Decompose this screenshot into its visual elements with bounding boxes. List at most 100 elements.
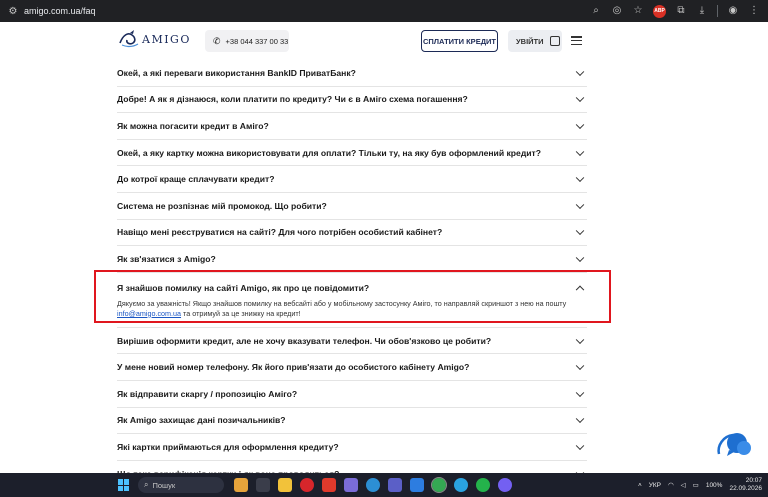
site-logo[interactable]: AMIGO	[118, 29, 191, 49]
wifi-icon[interactable]: ◠	[668, 481, 674, 489]
faq-question: Добре! А як я дізнаюся, коли платити по …	[117, 94, 468, 105]
extensions-icon[interactable]: ⧉	[675, 5, 687, 17]
windows-taskbar: ⌕ Пошук ˄ УКР ◠ ◁ ▭ 100% 20:07 22.09.202…	[0, 473, 768, 497]
faq-item[interactable]: Як можна погасити кредит в Аміго?	[117, 113, 587, 140]
chevron-down-icon	[575, 253, 585, 262]
widgets-app-icon[interactable]	[234, 478, 248, 492]
clock-time: 20:07	[745, 477, 762, 484]
clock[interactable]: 20:07 22.09.2026	[729, 477, 762, 493]
faq-question: Окей, а яку картку можна використовувати…	[117, 147, 542, 158]
faq-item[interactable]: У мене новий номер телефону. Як його при…	[117, 354, 587, 381]
opera-icon[interactable]	[300, 478, 314, 492]
chevron-down-icon	[575, 226, 585, 236]
faq-question: Система не розпізнає мій промокод. Що ро…	[117, 200, 327, 211]
battery-level: 100%	[705, 481, 723, 489]
green-app-icon[interactable]	[476, 478, 490, 492]
faq-item[interactable]: Окей, а які переваги використання BankID…	[117, 60, 587, 87]
profile-icon[interactable]: ◉	[727, 5, 739, 17]
login-label: УВІЙТИ	[516, 36, 544, 46]
copilot-icon[interactable]	[344, 478, 358, 492]
faq-answer: Дякуємо за уважність! Якщо знайшов помил…	[117, 299, 587, 319]
taskbar-search[interactable]: ⌕ Пошук	[138, 477, 224, 493]
site-info-icon[interactable]: ⚙	[6, 4, 20, 18]
chevron-down-icon	[575, 414, 585, 424]
chevron-down-icon	[575, 120, 585, 130]
chat-bubble-icon[interactable]	[715, 426, 755, 462]
telegram-icon[interactable]	[454, 478, 468, 492]
download-icon[interactable]: ⤓	[696, 5, 708, 17]
answer-text-2: та отримуй за це знижку на кредит!	[181, 308, 301, 318]
faq-question: Я знайшов помилку на сайті Amigo, як про…	[117, 282, 370, 293]
faq-item[interactable]: До котрої краще сплачувати кредит?	[117, 166, 587, 193]
address-bar[interactable]: amigo.com.ua/faq	[24, 6, 590, 16]
file-explorer-icon[interactable]	[278, 478, 292, 492]
faq-item[interactable]: Які картки приймаються для оформлення кр…	[117, 434, 587, 461]
chevron-down-icon	[575, 147, 585, 156]
faq-question: Окей, а які переваги використання BankID…	[117, 67, 356, 78]
hamburger-menu-icon[interactable]	[571, 36, 582, 45]
faq-question: Вирішив оформити кредит, але не хочу вка…	[117, 335, 492, 346]
store-icon[interactable]	[410, 478, 424, 492]
task-view-icon[interactable]	[256, 478, 270, 492]
faq-question: Як відправити скаргу / пропозицію Аміго?	[117, 388, 298, 399]
faq-question: Які картки приймаються для оформлення кр…	[117, 441, 339, 452]
faq-question: Навіщо мені реєструватися на сайті? Для …	[117, 227, 443, 238]
pay-credit-button[interactable]: СПЛАТИТИ КРЕДИТ	[421, 30, 498, 52]
faq-item[interactable]: Як відправити скаргу / пропозицію Аміго?	[117, 381, 587, 408]
faq-item-open[interactable]: Я знайшов помилку на сайті Amigo, як про…	[117, 273, 587, 328]
faq-question: Як зв'язатися з Amigo?	[117, 253, 216, 264]
faq-item[interactable]: Вирішив оформити кредит, але не хочу вка…	[117, 328, 587, 355]
logo-text: AMIGO	[142, 32, 191, 46]
faq-item[interactable]: Окей, а яку картку можна використовувати…	[117, 140, 587, 167]
chevron-up-icon[interactable]: ˄	[638, 482, 642, 489]
faq-list: Окей, а які переваги використання BankID…	[117, 60, 587, 488]
user-icon	[549, 36, 560, 46]
language-indicator[interactable]: УКР	[649, 482, 661, 489]
volume-icon[interactable]: ◁	[681, 481, 686, 489]
adblock-extension-icon[interactable]: ABP	[653, 4, 666, 18]
faq-item[interactable]: Як зв'язатися з Amigo?	[117, 246, 587, 273]
faq-item[interactable]: Як Amigo захищає дані позичальників?	[117, 408, 587, 435]
faq-item[interactable]: Навіщо мені реєструватися на сайті? Для …	[117, 220, 587, 247]
chevron-down-icon	[575, 173, 585, 183]
browser-toolbar: ⚙ amigo.com.ua/faq ⌕ ◎ ☆ ABP ⧉ ⤓ ◉ ⋮	[0, 0, 768, 22]
chevron-down-icon	[575, 67, 585, 76]
phone-number: +38 044 337 00 33	[225, 36, 289, 46]
teams-icon[interactable]	[388, 478, 402, 492]
viber-icon[interactable]	[498, 478, 512, 492]
chevron-down-icon	[575, 388, 585, 397]
menu-dots-icon[interactable]: ⋮	[748, 5, 760, 17]
chrome-icon[interactable]	[431, 477, 447, 493]
search-label: Пошук	[152, 480, 176, 490]
system-tray: ˄ УКР ◠ ◁ ▭ 100% 20:07 22.09.2026	[638, 473, 762, 497]
phone-icon: ✆	[213, 35, 221, 46]
answer-text-1: Дякуємо за уважність! Якщо знайшов помил…	[117, 298, 567, 308]
chevron-down-icon	[575, 441, 585, 450]
login-button[interactable]: УВІЙТИ	[508, 30, 562, 52]
eye-off-icon[interactable]: ◎	[611, 5, 623, 17]
support-email-link[interactable]: info@amigo.com.ua	[117, 309, 181, 318]
faq-question: Як Amigo захищає дані позичальників?	[117, 415, 286, 426]
toolbar-divider	[717, 5, 718, 17]
edge-icon[interactable]	[366, 478, 380, 492]
site-header: AMIGO ✆ +38 044 337 00 33 СПЛАТИТИ КРЕДИ…	[0, 22, 768, 60]
faq-item[interactable]: Система не розпізнає мій промокод. Що ро…	[117, 193, 587, 220]
red-app-icon[interactable]	[322, 478, 336, 492]
clock-date: 22.09.2026	[729, 485, 762, 492]
chevron-down-icon	[575, 361, 585, 371]
faq-question: Як можна погасити кредит в Аміго?	[117, 120, 269, 131]
faq-question: До котрої краще сплачувати кредит?	[117, 174, 275, 185]
chevron-down-icon	[575, 93, 585, 103]
faq-question: У мене новий номер телефону. Як його при…	[117, 362, 470, 373]
search-icon: ⌕	[144, 480, 149, 489]
chevron-down-icon	[575, 335, 585, 344]
chevron-up-icon	[575, 285, 585, 294]
faq-item[interactable]: Добре! А як я дізнаюся, коли платити по …	[117, 87, 587, 114]
windows-start-icon[interactable]	[118, 479, 130, 491]
chevron-down-icon	[575, 200, 585, 209]
amigo-logo-icon	[119, 30, 139, 47]
bookmark-star-icon[interactable]: ☆	[632, 5, 644, 17]
phone-button[interactable]: ✆ +38 044 337 00 33	[205, 30, 289, 52]
battery-icon[interactable]: ▭	[693, 481, 699, 489]
zoom-icon[interactable]: ⌕	[590, 5, 602, 17]
